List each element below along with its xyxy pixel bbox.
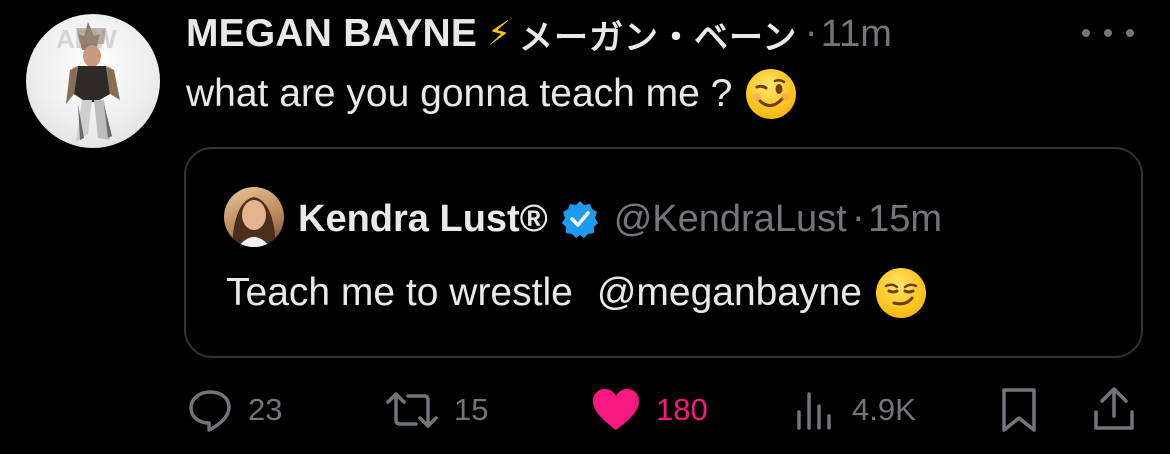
tweet-header: MEGAN BAYNE ⚡ メーガン・ベーン · 11m: [186, 6, 892, 62]
heart-icon: [593, 389, 639, 430]
wrestler-photo: AEW: [56, 22, 120, 142]
more-options-button[interactable]: [1082, 18, 1134, 48]
lightning-bolt-icon: ⚡: [487, 14, 512, 54]
retweet-count: 15: [454, 392, 489, 427]
views-button[interactable]: 4.9K: [794, 380, 916, 440]
smirking-face-icon: [875, 268, 926, 318]
quoted-tweet-card[interactable]: Kendra Lust® @KendraLust · 15m Teach me …: [184, 147, 1143, 358]
separator-dot: ·: [852, 198, 865, 240]
author-name-suffix[interactable]: メーガン・ベーン: [519, 10, 797, 59]
verified-badge-icon: [561, 201, 598, 238]
reply-count: 23: [248, 392, 283, 427]
tweet-text: what are you gonna teach me ?: [186, 72, 733, 115]
like-count: 180: [656, 392, 708, 427]
mention-link[interactable]: @meganbayne: [597, 271, 862, 315]
quoted-tweet-header: Kendra Lust® @KendraLust · 15m: [298, 191, 942, 247]
bookmark-icon: [1002, 388, 1036, 432]
author-display-name[interactable]: MEGAN BAYNE: [186, 12, 477, 56]
share-icon: [1094, 387, 1134, 430]
tweet-body: what are you gonna teach me ?: [186, 66, 797, 122]
quoted-tweet-body: Teach me to wrestle @meganbayne: [226, 265, 926, 321]
winking-face-icon: [746, 69, 797, 119]
tweet[interactable]: AEW MEGAN BAYNE ⚡ メーガン・ベーン · 11m what ar…: [0, 0, 1170, 454]
quoted-display-name[interactable]: Kendra Lust®: [298, 198, 548, 241]
bookmark-button[interactable]: [998, 380, 1040, 440]
like-button[interactable]: 180: [590, 380, 708, 440]
portrait-photo: [232, 197, 276, 247]
reply-button[interactable]: 23: [186, 380, 282, 440]
quoted-tweet-text: Teach me to wrestle: [226, 271, 573, 314]
more-dot-icon: [1082, 29, 1090, 37]
more-dot-icon: [1126, 29, 1134, 37]
quoted-timestamp[interactable]: 15m: [868, 198, 942, 241]
bar-chart-icon: [797, 392, 831, 430]
author-avatar[interactable]: AEW: [26, 14, 160, 148]
quoted-handle[interactable]: @KendraLust: [614, 198, 847, 241]
quoted-author-avatar[interactable]: [224, 187, 284, 247]
tweet-timestamp[interactable]: 11m: [821, 13, 892, 56]
retweet-icon: [386, 392, 438, 428]
reply-icon: [189, 390, 231, 432]
retweet-button[interactable]: 15: [384, 380, 488, 440]
action-bar: 23 15 180 4.9K: [0, 380, 1170, 440]
views-count: 4.9K: [852, 392, 916, 427]
separator-dot: ·: [805, 13, 817, 55]
share-button[interactable]: [1092, 380, 1136, 440]
more-dot-icon: [1104, 29, 1112, 37]
